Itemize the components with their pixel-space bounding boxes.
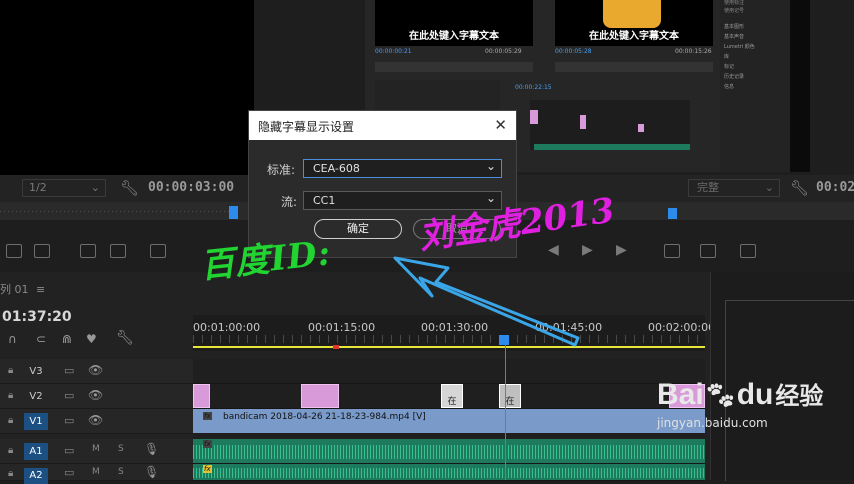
arrow-icon	[393, 256, 580, 347]
paw-icon: 🐾︎	[703, 380, 737, 410]
brand-cn: 经验	[775, 383, 824, 410]
baidu-watermark: Bai🐾︎du经验 jingyan.baidu.com	[657, 378, 824, 431]
brand-du: du	[736, 378, 774, 411]
brand-bai: Bai	[657, 378, 704, 411]
watermark-url: jingyan.baidu.com	[657, 416, 768, 430]
